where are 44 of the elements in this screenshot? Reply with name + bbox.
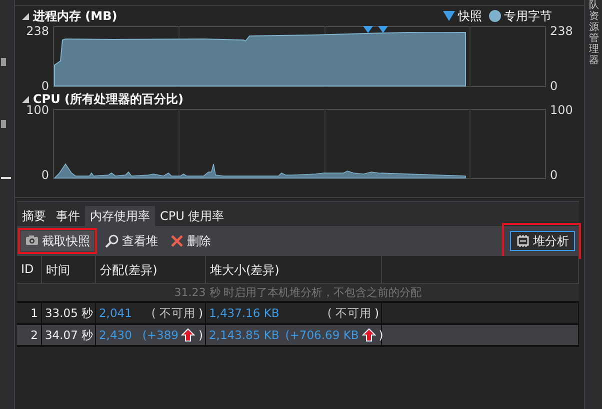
heap-analysis-button[interactable]: 堆分析	[510, 231, 576, 251]
axis-label: 0	[41, 168, 49, 182]
difference-text: ( 不可用	[327, 305, 372, 322]
collapse-icon	[20, 94, 30, 104]
axis-label: 100	[26, 103, 49, 117]
chart-title: CPU (所有处理器的百分比)	[32, 90, 184, 106]
tab[interactable]: 内存使用率	[84, 206, 155, 226]
id-cell: 1	[16, 303, 42, 323]
delete-icon	[170, 234, 184, 248]
closing-parenthesis: )	[198, 327, 203, 344]
difference-text: (+389	[142, 327, 178, 344]
toolbar-button[interactable]: 查看堆	[100, 231, 162, 251]
allocation-link[interactable]: 2,041	[98, 303, 132, 323]
axis-label: 238	[26, 24, 49, 38]
legend-label: 快照	[458, 8, 482, 24]
legend-label: 专用字节	[504, 8, 552, 24]
side-panel-tab[interactable]: 队资源管理器	[589, 0, 600, 66]
notice-text: 31.23 秒 时启用了本机堆分析，不包含之前的分配	[16, 284, 580, 303]
camera-icon	[24, 234, 39, 248]
closing-parenthesis: )	[374, 305, 379, 322]
closing-parenthesis: )	[198, 305, 203, 322]
axis-label: 0	[550, 79, 558, 93]
closing-parenthesis: )	[378, 327, 384, 344]
time-cell: 34.07 秒	[42, 325, 96, 345]
difference-text: (+706.69 KB	[285, 327, 359, 344]
heap-size-link[interactable]: 1,437.16 KB	[208, 303, 280, 323]
axis-label: 100	[550, 103, 573, 117]
tab[interactable]: 事件	[50, 206, 85, 226]
time-cell: 33.05 秒	[42, 303, 96, 323]
splitter-grip[interactable]	[1, 120, 6, 128]
tab[interactable]: CPU 使用率	[154, 206, 230, 226]
tab[interactable]: 摘要	[16, 206, 51, 226]
axis-label: 0	[41, 79, 49, 93]
axis-label: 238	[550, 24, 573, 38]
toolbar-button[interactable]: 截取快照	[20, 231, 94, 251]
chart-title: 进程内存 (MB)	[32, 8, 118, 24]
toolbar-button[interactable]: 删除	[166, 231, 215, 251]
id-cell: 2	[16, 325, 42, 345]
axis-label: 0	[550, 168, 558, 182]
search-icon	[104, 234, 119, 248]
collapse-icon	[20, 12, 30, 20]
chip-icon	[516, 234, 530, 248]
difference-text: ( 不可用	[151, 305, 196, 322]
splitter-grip[interactable]	[1, 58, 6, 66]
